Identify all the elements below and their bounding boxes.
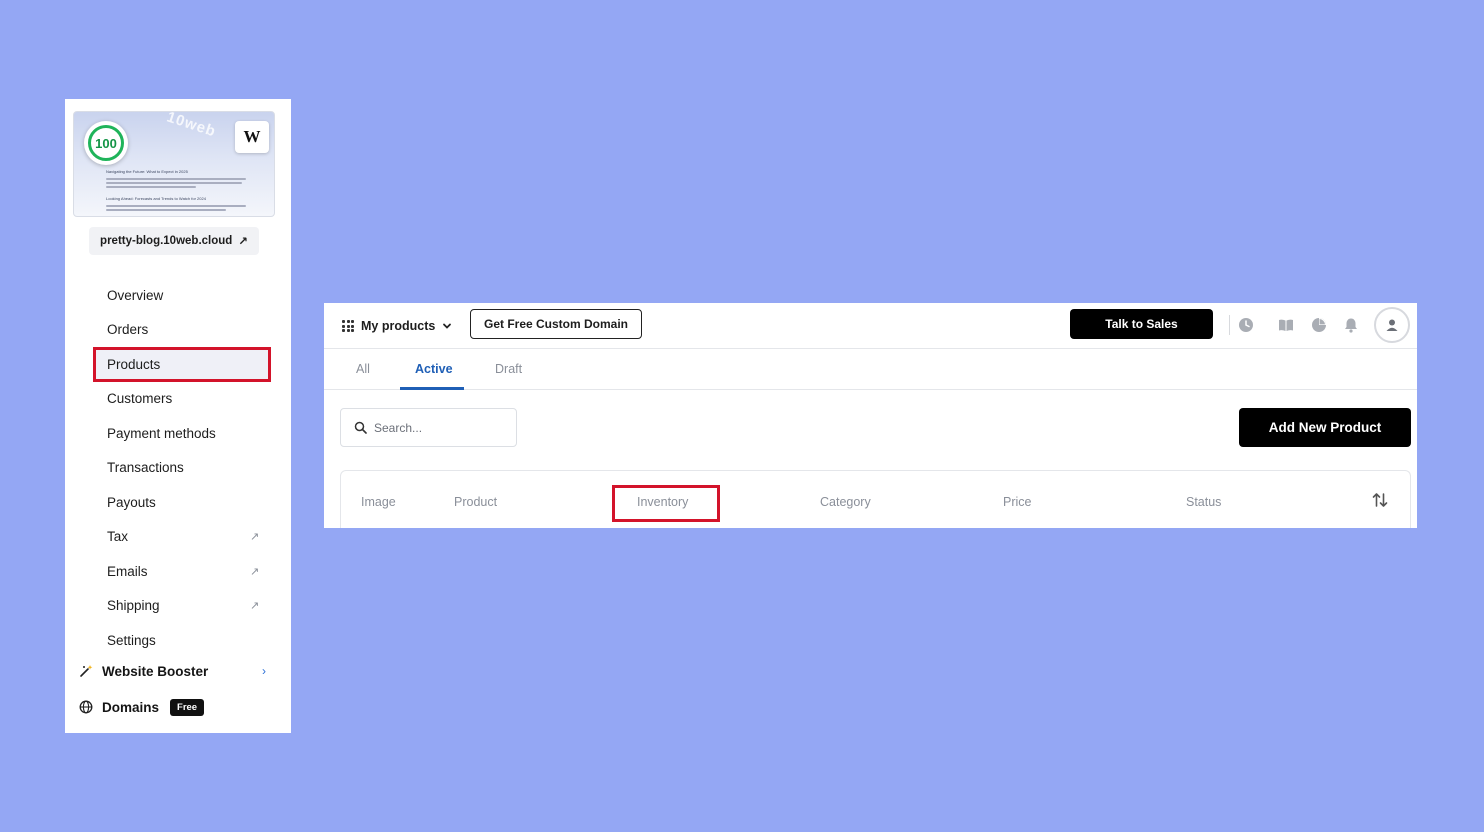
sidebar-item-label: Transactions bbox=[107, 459, 184, 475]
external-link-icon: ↗ bbox=[250, 600, 260, 612]
products-table-header: Image Product Inventory Category Price S… bbox=[340, 470, 1411, 528]
sidebar-item-website-booster[interactable]: Website Booster bbox=[79, 660, 208, 682]
talk-to-sales-button[interactable]: Talk to Sales bbox=[1070, 309, 1213, 339]
sidebar-item-tax[interactable]: Tax bbox=[107, 525, 128, 547]
sidebar-item-products[interactable]: Products bbox=[107, 353, 160, 375]
add-new-product-button[interactable]: Add New Product bbox=[1239, 408, 1411, 447]
sidebar-item-label: Overview bbox=[107, 287, 164, 303]
sidebar-item-label: Tax bbox=[107, 528, 129, 544]
score-value: 100 bbox=[88, 125, 124, 161]
get-free-custom-domain-button[interactable]: Get Free Custom Domain bbox=[470, 309, 642, 339]
chevron-down-icon bbox=[443, 323, 452, 329]
sidebar-item-label: Orders bbox=[107, 321, 149, 337]
tab-draft[interactable]: Draft bbox=[495, 362, 522, 376]
chevron-right-icon: › bbox=[262, 664, 266, 678]
top-bar: My products Get Free Custom Domain Talk … bbox=[324, 303, 1417, 349]
external-link-icon: ↗ bbox=[238, 236, 248, 248]
thumbnail-heading-1: Navigating the Future: What to Expect in… bbox=[106, 169, 188, 174]
search-box[interactable] bbox=[340, 408, 517, 447]
bell-icon[interactable] bbox=[1342, 316, 1360, 334]
active-tab-indicator bbox=[400, 387, 464, 390]
sidebar: 10web 100 W Navigating the Future: What … bbox=[65, 99, 291, 733]
sidebar-item-label: Shipping bbox=[107, 597, 160, 613]
sidebar-item-label: Products bbox=[107, 356, 161, 372]
column-header-product[interactable]: Product bbox=[454, 495, 497, 509]
status-tabs: All Active Draft bbox=[324, 349, 1417, 390]
sidebar-item-orders[interactable]: Orders bbox=[107, 318, 148, 340]
sidebar-item-emails[interactable]: Emails bbox=[107, 560, 148, 582]
thumbnail-watermark: 10web bbox=[164, 111, 219, 141]
site-thumbnail[interactable]: 10web 100 W Navigating the Future: What … bbox=[73, 111, 275, 217]
book-icon[interactable] bbox=[1277, 316, 1295, 334]
column-header-image[interactable]: Image bbox=[361, 495, 396, 509]
clock-icon[interactable] bbox=[1237, 316, 1255, 334]
sidebar-item-payouts[interactable]: Payouts bbox=[107, 491, 156, 513]
user-icon bbox=[1386, 319, 1398, 331]
sidebar-item-settings[interactable]: Settings bbox=[107, 629, 156, 651]
column-header-category[interactable]: Category bbox=[820, 495, 871, 509]
site-domain-text: pretty-blog.10web.cloud bbox=[100, 235, 233, 247]
sidebar-item-label: Payment methods bbox=[107, 425, 216, 441]
magic-wand-icon bbox=[80, 665, 93, 677]
divider bbox=[1229, 315, 1230, 335]
my-products-label: My products bbox=[361, 319, 436, 333]
site-logo: W bbox=[235, 121, 269, 153]
tab-all[interactable]: All bbox=[356, 362, 370, 376]
external-link-icon: ↗ bbox=[250, 531, 260, 543]
sidebar-item-label: Domains bbox=[102, 699, 160, 715]
sidebar-item-label: Settings bbox=[107, 632, 156, 648]
external-link-icon: ↗ bbox=[250, 566, 260, 578]
sidebar-item-label: Payouts bbox=[107, 494, 156, 510]
site-domain-link[interactable]: pretty-blog.10web.cloud ↗ bbox=[89, 227, 259, 255]
thumbnail-heading-2: Looking Ahead: Forecasts and Trends to W… bbox=[106, 196, 206, 201]
free-badge: Free bbox=[170, 698, 205, 716]
sidebar-item-payment-methods[interactable]: Payment methods bbox=[107, 422, 216, 444]
search-icon bbox=[354, 421, 367, 434]
my-products-menu[interactable]: My products bbox=[342, 315, 452, 337]
column-header-inventory[interactable]: Inventory bbox=[637, 495, 688, 509]
column-header-status[interactable]: Status bbox=[1186, 495, 1221, 509]
sidebar-item-overview[interactable]: Overview bbox=[107, 284, 163, 306]
tab-active[interactable]: Active bbox=[415, 362, 453, 376]
products-panel: My products Get Free Custom Domain Talk … bbox=[324, 303, 1417, 528]
column-header-price[interactable]: Price bbox=[1003, 495, 1031, 509]
search-input[interactable] bbox=[374, 420, 504, 435]
sidebar-item-label: Customers bbox=[107, 390, 173, 406]
sidebar-item-label: Emails bbox=[107, 563, 148, 579]
globe-icon bbox=[79, 700, 93, 714]
sidebar-item-shipping[interactable]: Shipping bbox=[107, 594, 160, 616]
user-avatar[interactable] bbox=[1374, 307, 1410, 343]
sidebar-item-domains[interactable]: Domains Free bbox=[79, 696, 205, 718]
sidebar-item-customers[interactable]: Customers bbox=[107, 387, 172, 409]
sidebar-item-transactions[interactable]: Transactions bbox=[107, 456, 184, 478]
sort-icon[interactable] bbox=[1371, 491, 1389, 509]
performance-score-badge: 100 bbox=[84, 121, 128, 165]
pie-chart-icon[interactable] bbox=[1310, 316, 1328, 334]
apps-grid-icon bbox=[342, 320, 354, 332]
sidebar-item-label: Website Booster bbox=[102, 663, 209, 679]
